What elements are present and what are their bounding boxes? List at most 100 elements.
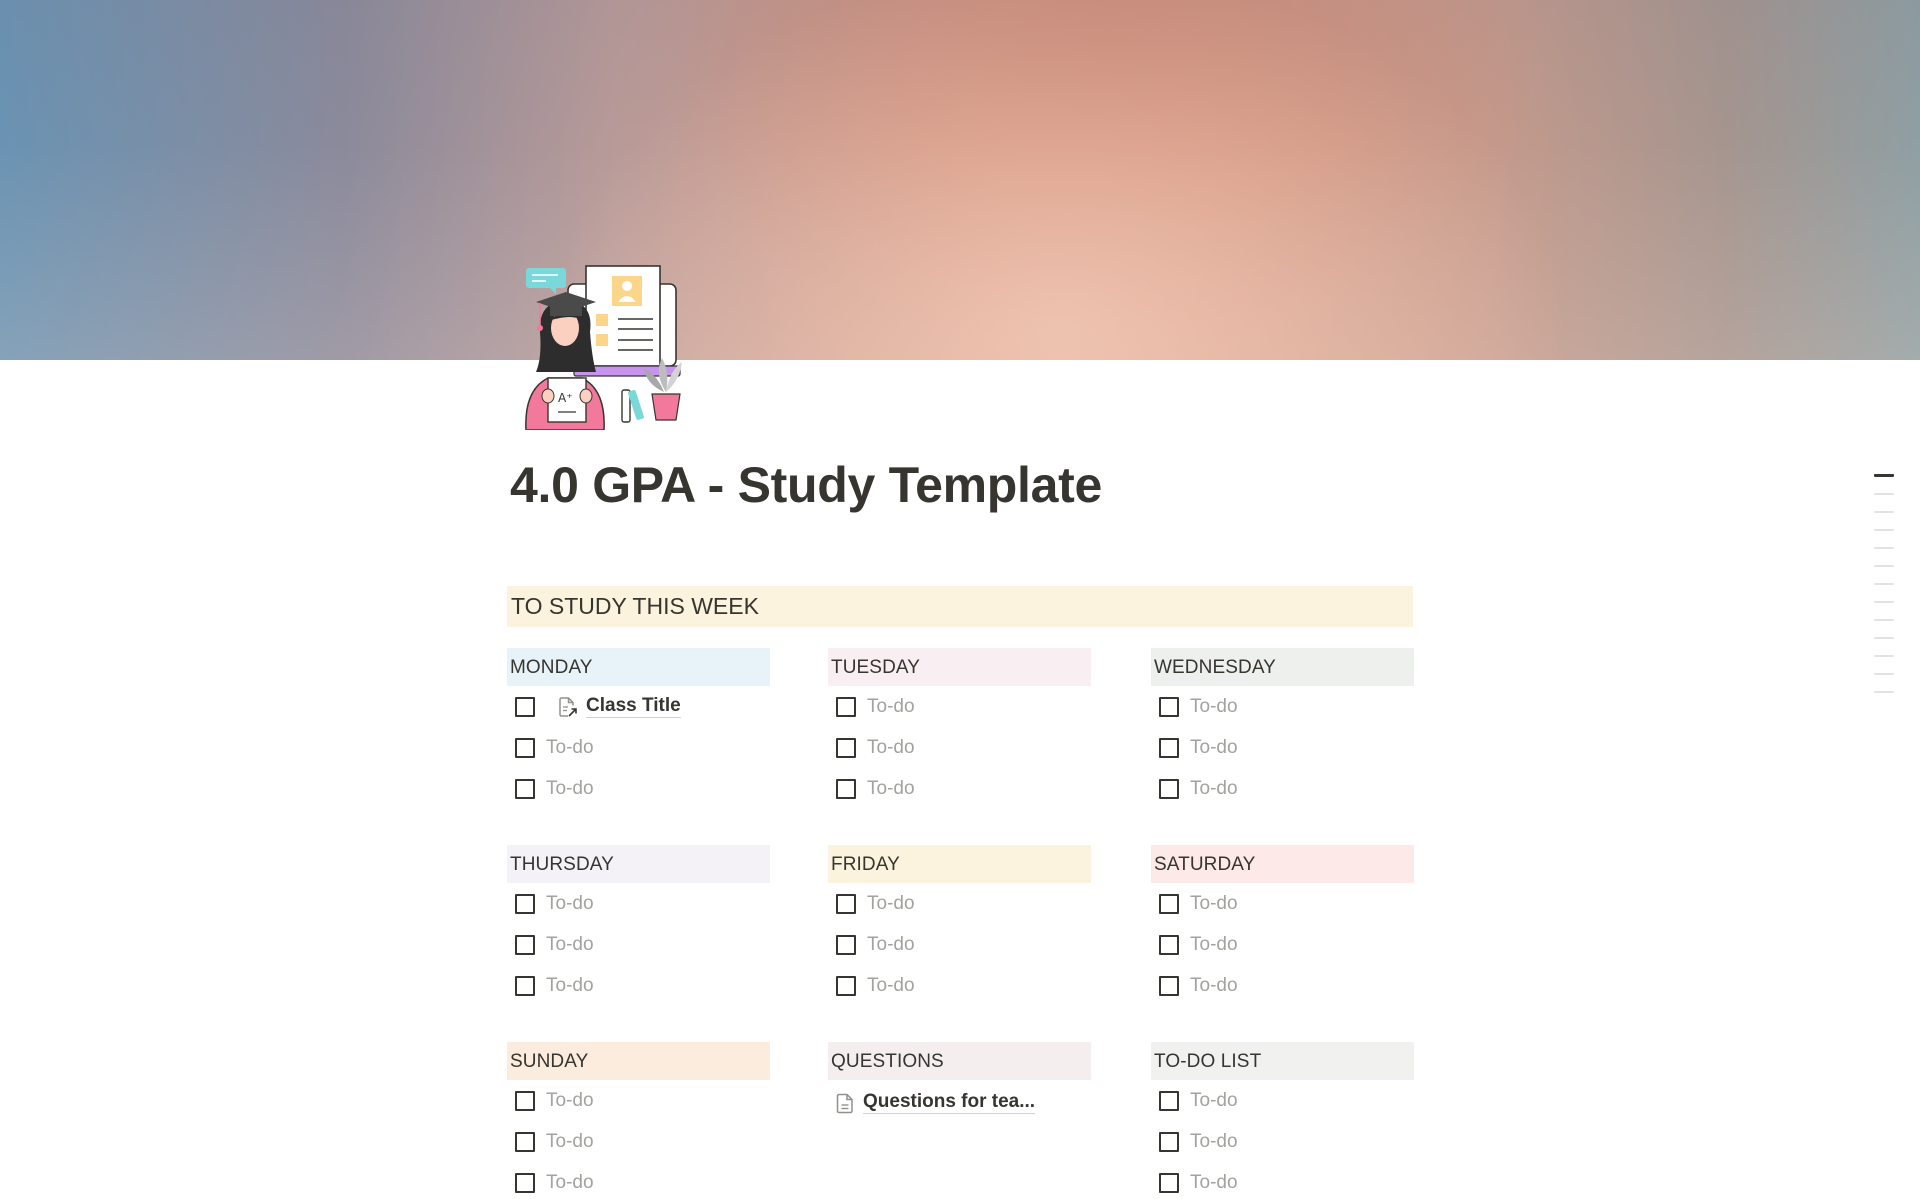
todo-checkbox[interactable]: [515, 1172, 535, 1193]
todo-checkbox[interactable]: [515, 1090, 535, 1111]
page-link-title[interactable]: Questions for tea...: [863, 1091, 1036, 1114]
toc-entry[interactable]: [1874, 474, 1894, 477]
todo-item-page-link: Class Title: [507, 686, 770, 727]
todo-item: To-do: [828, 965, 1091, 1006]
toc-entry[interactable]: [1874, 636, 1894, 639]
todo-placeholder[interactable]: To-do: [867, 778, 915, 800]
column-heading-saturday[interactable]: SATURDAY: [1151, 845, 1414, 883]
todo-checkbox[interactable]: [836, 975, 856, 996]
todo-item: To-do: [507, 965, 770, 1006]
todo-placeholder[interactable]: To-do: [1190, 1131, 1238, 1153]
toc-entry[interactable]: [1874, 654, 1894, 657]
todo-item: To-do: [1151, 768, 1414, 809]
todo-item: To-do: [507, 768, 770, 809]
todo-checkbox[interactable]: [515, 778, 535, 799]
column-saturday: SATURDAY To-do To-do To-do: [1151, 845, 1414, 1006]
toc-entry[interactable]: [1874, 618, 1894, 621]
section-heading-to-study[interactable]: TO STUDY THIS WEEK: [507, 586, 1413, 627]
todo-checkbox[interactable]: [836, 893, 856, 914]
column-questions: QUESTIONS Questions for tea...: [828, 1042, 1091, 1123]
todo-placeholder[interactable]: To-do: [546, 778, 594, 800]
column-heading-friday[interactable]: FRIDAY: [828, 845, 1091, 883]
todo-checkbox[interactable]: [1159, 893, 1179, 914]
todo-item: To-do: [507, 1121, 770, 1162]
todo-placeholder[interactable]: To-do: [1190, 737, 1238, 759]
todo-checkbox[interactable]: [1159, 1090, 1179, 1111]
toc-entry[interactable]: [1874, 564, 1894, 567]
todo-placeholder[interactable]: To-do: [1190, 1172, 1238, 1194]
page-link-icon: [559, 696, 577, 717]
graduate-illustration-icon: A⁺: [525, 265, 682, 431]
todo-placeholder[interactable]: To-do: [1190, 1090, 1238, 1112]
todo-placeholder[interactable]: To-do: [546, 1131, 594, 1153]
todo-checkbox[interactable]: [1159, 737, 1179, 758]
toc-entry[interactable]: [1874, 492, 1894, 495]
column-heading-todo_list[interactable]: TO-DO LIST: [1151, 1042, 1414, 1080]
todo-checkbox[interactable]: [515, 975, 535, 996]
todo-placeholder[interactable]: To-do: [546, 1172, 594, 1194]
todo-checkbox[interactable]: [836, 696, 856, 717]
class-title-link[interactable]: Class Title: [586, 695, 681, 718]
todo-checkbox[interactable]: [1159, 975, 1179, 996]
todo-item: To-do: [507, 727, 770, 768]
toc-entry[interactable]: [1874, 510, 1894, 513]
todo-placeholder[interactable]: To-do: [867, 737, 915, 759]
column-heading-thursday[interactable]: THURSDAY: [507, 845, 770, 883]
todo-item: To-do: [828, 727, 1091, 768]
svg-text:A⁺: A⁺: [558, 391, 573, 405]
todo-item: To-do: [1151, 965, 1414, 1006]
todo-placeholder[interactable]: To-do: [546, 893, 594, 915]
todo-placeholder[interactable]: To-do: [867, 975, 915, 997]
todo-checkbox[interactable]: [1159, 778, 1179, 799]
todo-placeholder[interactable]: To-do: [1190, 893, 1238, 915]
page-title[interactable]: 4.0 GPA - Study Template: [510, 452, 1102, 518]
todo-item: To-do: [507, 1080, 770, 1121]
todo-checkbox[interactable]: [515, 737, 535, 758]
todo-checkbox[interactable]: [515, 893, 535, 914]
toc-entry[interactable]: [1874, 672, 1894, 675]
todo-placeholder[interactable]: To-do: [546, 737, 594, 759]
todo-checkbox[interactable]: [1159, 1131, 1179, 1152]
todo-placeholder[interactable]: To-do: [1190, 934, 1238, 956]
todo-item: To-do: [828, 924, 1091, 965]
column-monday: MONDAY Class Title To-do To-do: [507, 648, 770, 809]
todo-placeholder[interactable]: To-do: [546, 934, 594, 956]
todo-checkbox[interactable]: [1159, 1172, 1179, 1193]
todo-item: To-do: [1151, 727, 1414, 768]
column-wednesday: WEDNESDAY To-do To-do To-do: [1151, 648, 1414, 809]
todo-placeholder[interactable]: To-do: [867, 696, 915, 718]
todo-checkbox[interactable]: [1159, 696, 1179, 717]
toc-entry[interactable]: [1874, 546, 1894, 549]
todo-item: To-do: [507, 883, 770, 924]
todo-checkbox[interactable]: [515, 696, 535, 717]
todo-checkbox[interactable]: [836, 778, 856, 799]
todo-checkbox[interactable]: [515, 1131, 535, 1152]
column-heading-sunday[interactable]: SUNDAY: [507, 1042, 770, 1080]
column-heading-monday[interactable]: MONDAY: [507, 648, 770, 686]
toc-entry[interactable]: [1874, 600, 1894, 603]
todo-placeholder[interactable]: To-do: [1190, 696, 1238, 718]
todo-item: To-do: [507, 924, 770, 965]
todo-checkbox[interactable]: [836, 934, 856, 955]
toc-entry[interactable]: [1874, 690, 1894, 693]
todo-placeholder[interactable]: To-do: [1190, 778, 1238, 800]
toc-entry[interactable]: [1874, 528, 1894, 531]
todo-checkbox[interactable]: [515, 934, 535, 955]
todo-checkbox[interactable]: [1159, 934, 1179, 955]
page-icon-graduate[interactable]: A⁺: [518, 262, 684, 431]
todo-placeholder[interactable]: To-do: [546, 1090, 594, 1112]
column-heading-wednesday[interactable]: WEDNESDAY: [1151, 648, 1414, 686]
page-link-item[interactable]: Questions for tea...: [828, 1082, 1091, 1123]
toc-entry[interactable]: [1874, 582, 1894, 585]
todo-placeholder[interactable]: To-do: [546, 975, 594, 997]
todo-placeholder[interactable]: To-do: [1190, 975, 1238, 997]
page-cover: [0, 0, 1920, 360]
todo-item: To-do: [1151, 686, 1414, 727]
column-todo_list: TO-DO LIST To-do To-do To-do: [1151, 1042, 1414, 1199]
todo-placeholder[interactable]: To-do: [867, 934, 915, 956]
todo-checkbox[interactable]: [836, 737, 856, 758]
table-of-contents[interactable]: [1874, 474, 1896, 709]
column-heading-tuesday[interactable]: TUESDAY: [828, 648, 1091, 686]
todo-placeholder[interactable]: To-do: [867, 893, 915, 915]
column-heading-questions[interactable]: QUESTIONS: [828, 1042, 1091, 1080]
